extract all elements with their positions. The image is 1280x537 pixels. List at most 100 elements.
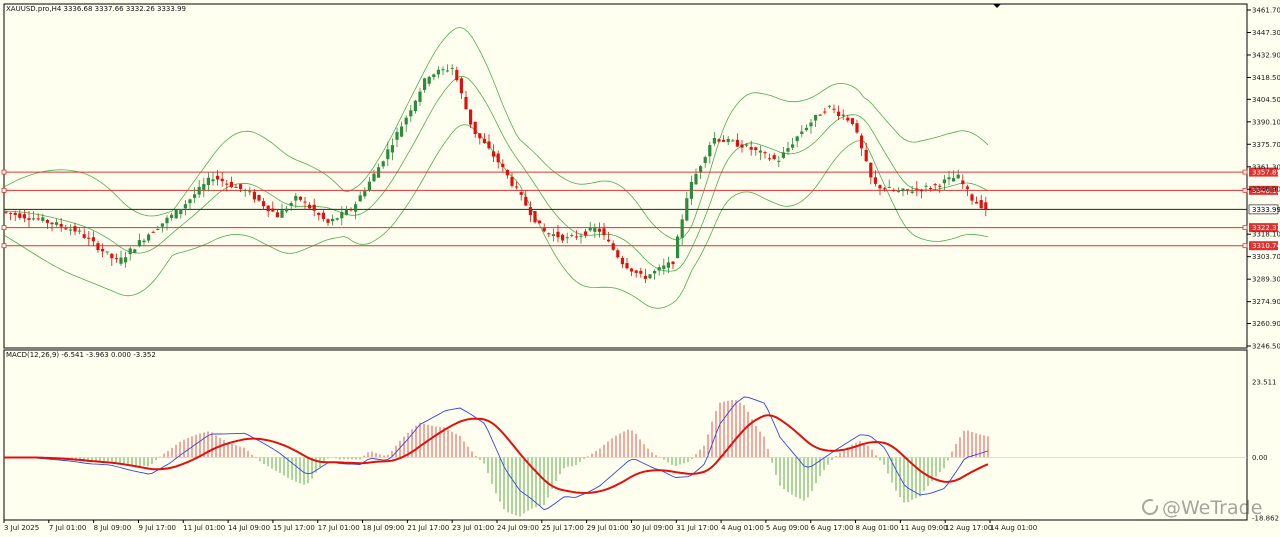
bear-candle: [482, 139, 486, 144]
bull-candle: [666, 262, 670, 268]
bull-candle: [676, 236, 680, 259]
time-tick-label: 23 Jul 01:00: [452, 524, 494, 532]
bear-candle: [27, 218, 31, 220]
time-tick-label: 21 Jul 17:00: [407, 524, 449, 532]
bull-candle: [119, 257, 123, 264]
bear-candle: [740, 144, 744, 148]
bull-candle: [409, 110, 413, 117]
level-handle-left[interactable]: [1, 187, 7, 193]
bear-candle: [643, 275, 647, 279]
time-tick-label: 7 Jul 01:00: [49, 524, 87, 532]
level-handle-right[interactable]: [1242, 243, 1248, 249]
bear-candle: [607, 239, 611, 242]
bear-candle: [50, 222, 54, 225]
price-tick-label: 3260.90: [1252, 320, 1280, 328]
bull-candle: [354, 204, 358, 212]
time-tick-label: 15 Jul 17:00: [273, 524, 315, 532]
bear-candle: [975, 201, 979, 204]
bear-candle: [837, 111, 841, 116]
bear-candle: [850, 118, 854, 124]
bull-candle: [791, 144, 795, 148]
trading-chart[interactable]: 3357.893346.193333.993322.313310.74 3461…: [0, 0, 1280, 537]
bull-candle: [285, 208, 289, 212]
bull-candle: [703, 157, 707, 163]
level-handle-right[interactable]: [1242, 187, 1248, 193]
bear-candle: [505, 169, 509, 176]
price-tick-label: 3418.50: [1252, 74, 1280, 82]
bear-candle: [749, 147, 753, 150]
price-tick-label: 3404.50: [1252, 96, 1280, 104]
bear-candle: [22, 214, 26, 219]
macd-info-header: MACD(12,26,9) -6.541 -3.963 0.000 -3.352: [6, 351, 156, 359]
bull-candle: [758, 150, 762, 153]
bull-candle: [404, 117, 408, 125]
bear-candle: [818, 114, 822, 116]
time-tick-label: 18 Jul 09:00: [363, 524, 405, 532]
bear-candle: [616, 250, 620, 258]
bear-candle: [639, 270, 643, 274]
time-tick-label: 29 Jul 01:00: [587, 524, 629, 532]
bull-candle: [924, 185, 928, 187]
time-tick-label: 14 Aug 01:00: [990, 524, 1037, 532]
bull-candle: [680, 219, 684, 238]
bull-candle: [358, 195, 362, 202]
bull-candle: [579, 235, 583, 237]
macd-tick-label: 0.00: [1252, 454, 1268, 462]
bear-candle: [82, 234, 86, 238]
bear-candle: [634, 270, 638, 273]
bull-candle: [160, 223, 164, 227]
bull-candle: [896, 191, 900, 193]
level-handle-left[interactable]: [1, 243, 7, 249]
price-tick-label: 3432.90: [1252, 51, 1280, 59]
level-handle-right[interactable]: [1242, 169, 1248, 175]
bull-candle: [243, 190, 247, 192]
bear-candle: [602, 228, 606, 236]
bear-candle: [768, 158, 772, 160]
bull-candle: [441, 69, 445, 71]
bear-candle: [13, 212, 17, 215]
bear-candle: [87, 237, 91, 239]
level-handle-right[interactable]: [1242, 225, 1248, 231]
bear-candle: [321, 212, 325, 219]
price-tick-label: 3361.30: [1252, 163, 1280, 171]
bear-candle: [961, 180, 965, 185]
level-handle-left[interactable]: [1, 169, 7, 175]
bear-candle: [271, 208, 275, 212]
bear-candle: [469, 109, 473, 125]
bear-candle: [611, 243, 615, 250]
bear-candle: [114, 258, 118, 260]
bull-candle: [432, 74, 436, 78]
bull-candle: [390, 145, 394, 153]
bear-candle: [64, 228, 68, 230]
bull-candle: [55, 222, 59, 225]
bull-candle: [211, 179, 215, 182]
bear-candle: [252, 191, 256, 200]
bear-candle: [533, 211, 537, 223]
bull-candle: [814, 114, 818, 121]
bear-candle: [455, 69, 459, 81]
bear-candle: [59, 224, 63, 227]
bear-candle: [257, 194, 261, 201]
bear-candle: [151, 231, 155, 233]
price-tick-label: 3375.70: [1252, 141, 1280, 149]
macd-tick-label: 23.511: [1252, 379, 1277, 387]
time-tick-label: 31 Jul 17:00: [676, 524, 718, 532]
bear-candle: [919, 189, 923, 192]
bear-candle: [883, 188, 887, 190]
bull-candle: [657, 267, 661, 271]
time-tick-label: 25 Jul 17:00: [542, 524, 584, 532]
bear-candle: [73, 226, 77, 232]
bull-candle: [588, 227, 592, 231]
bear-candle: [239, 184, 243, 189]
bull-candle: [137, 240, 141, 247]
level-handle-left[interactable]: [1, 225, 7, 231]
bull-candle: [901, 188, 905, 192]
bull-candle: [395, 132, 399, 140]
bear-candle: [266, 205, 270, 212]
bull-candle: [910, 191, 914, 193]
bull-candle: [156, 229, 160, 231]
bear-candle: [873, 177, 877, 184]
bear-candle: [735, 139, 739, 147]
bear-candle: [501, 163, 505, 168]
bear-candle: [823, 111, 827, 113]
